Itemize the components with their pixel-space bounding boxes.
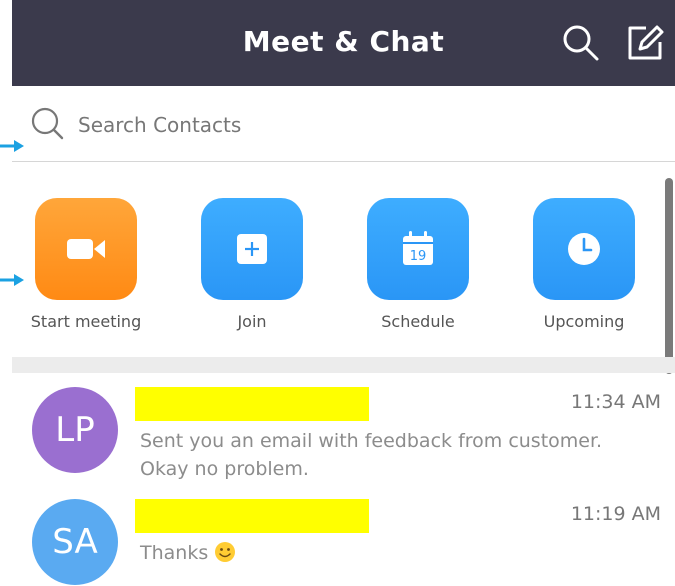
chat-message-preview: Thanks	[140, 539, 660, 567]
join-label: Join	[237, 312, 267, 331]
redacted-contact-name	[135, 499, 369, 533]
start-meeting-action[interactable]: Start meeting	[26, 198, 146, 348]
chat-list-item[interactable]: LP 11:34 AM Sent you an email with feedb…	[12, 373, 675, 483]
avatar: SA	[32, 499, 118, 585]
scrollbar[interactable]	[665, 178, 673, 374]
upcoming-button[interactable]	[533, 198, 635, 300]
chat-timestamp: 11:34 AM	[570, 391, 661, 413]
section-divider	[12, 357, 675, 373]
pointer-arrow-icon	[0, 140, 24, 152]
chat-message-line: Sent you an email with feedback from cus…	[140, 430, 603, 452]
chat-message-preview: Sent you an email with feedback from cus…	[140, 427, 660, 483]
video-camera-icon	[67, 239, 105, 259]
smiley-emoji-icon	[215, 542, 236, 562]
search-icon	[31, 107, 64, 140]
search-bar	[12, 86, 675, 162]
chat-list-item[interactable]: SA 11:19 AM Thanks	[12, 485, 675, 586]
quick-actions: Start meeting Join 19 Schedule Upcoming	[12, 162, 662, 357]
plus-icon	[237, 234, 267, 264]
chat-message-text: Thanks	[140, 542, 209, 564]
upcoming-label: Upcoming	[543, 312, 625, 331]
start-meeting-label: Start meeting	[30, 312, 142, 331]
schedule-label: Schedule	[381, 312, 455, 331]
calendar-day-text: 19	[410, 249, 427, 264]
avatar: LP	[32, 387, 118, 473]
start-meeting-button[interactable]	[35, 198, 137, 300]
clock-icon	[568, 233, 600, 265]
search-icon[interactable]	[560, 22, 602, 64]
schedule-button[interactable]: 19	[367, 198, 469, 300]
join-button[interactable]	[201, 198, 303, 300]
chat-message-line: Okay no problem.	[140, 458, 309, 480]
search-input[interactable]	[78, 108, 638, 142]
chat-timestamp: 11:19 AM	[570, 503, 661, 525]
schedule-action[interactable]: 19 Schedule	[358, 198, 478, 348]
calendar-icon: 19	[403, 231, 433, 265]
compose-icon[interactable]	[624, 22, 666, 64]
redacted-contact-name	[135, 387, 369, 421]
join-action[interactable]: Join	[192, 198, 312, 348]
upcoming-action[interactable]: Upcoming	[524, 198, 644, 348]
app-header: Meet & Chat	[12, 0, 675, 86]
